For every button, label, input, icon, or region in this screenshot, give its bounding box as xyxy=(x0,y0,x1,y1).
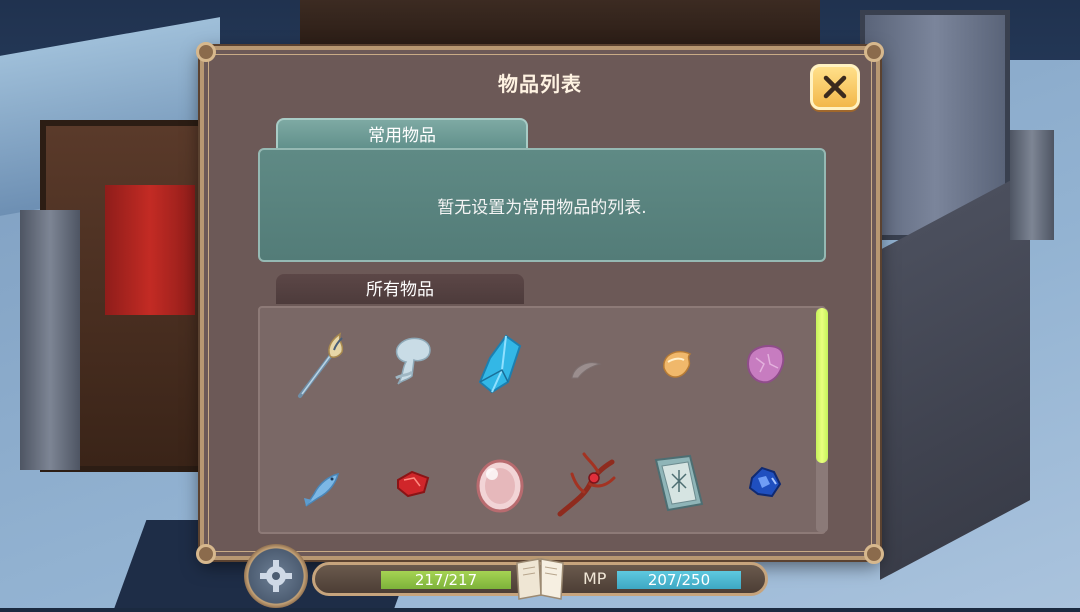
scrollbar-thumb[interactable] xyxy=(816,308,828,463)
blue-ore-icon xyxy=(748,466,782,498)
mp-label: MP xyxy=(583,569,607,588)
item-slot[interactable] xyxy=(554,448,624,518)
all-items-grid xyxy=(258,306,828,534)
item-slot[interactable] xyxy=(642,330,712,400)
pink-stone-icon xyxy=(746,345,785,384)
red-branch-icon xyxy=(557,452,616,517)
journal-icon xyxy=(516,558,564,600)
settings-gear-button[interactable] xyxy=(244,544,308,608)
blue-fish-icon xyxy=(304,472,340,507)
item-slot[interactable] xyxy=(466,448,536,518)
common-items-panel: 暂无设置为常用物品的列表. xyxy=(258,148,826,262)
empty-common-message: 暂无设置为常用物品的列表. xyxy=(437,197,647,218)
frame-corner-ornament xyxy=(864,42,884,62)
mp-bar: 207/250 xyxy=(617,571,741,589)
tab-common-items[interactable]: 常用物品 xyxy=(276,118,528,150)
status-hud: 217/217 MP 207/250 xyxy=(312,558,768,600)
item-slot[interactable] xyxy=(730,330,800,400)
spellbook-icon xyxy=(654,454,704,512)
journal-button[interactable] xyxy=(513,555,567,601)
magic-staff-icon xyxy=(298,332,344,398)
dialog-title: 物品列表 xyxy=(498,72,582,96)
item-slot[interactable] xyxy=(554,330,624,400)
close-button[interactable] xyxy=(810,64,860,110)
frame-corner-ornament xyxy=(196,544,216,564)
item-slot[interactable] xyxy=(378,330,448,400)
close-icon xyxy=(823,75,847,99)
blue-crystal-icon xyxy=(478,334,522,394)
hp-bar: 217/217 xyxy=(381,571,511,589)
item-slot[interactable] xyxy=(466,330,536,400)
item-slot[interactable] xyxy=(290,330,360,400)
item-slot[interactable] xyxy=(642,448,712,518)
stone-pillar xyxy=(20,210,80,470)
frame-corner-ornament xyxy=(196,42,216,62)
item-list-dialog: 物品列表 常用物品 暂无设置为常用物品的列表. 所有物品 xyxy=(196,42,884,564)
gear-icon xyxy=(260,560,292,592)
bookshelf xyxy=(300,0,820,50)
glowing-orb-icon xyxy=(476,459,524,513)
tab-all-items[interactable]: 所有物品 xyxy=(276,274,524,304)
ghost-spirit-icon xyxy=(395,337,431,385)
red-curtain xyxy=(105,185,195,315)
stone-pillar xyxy=(1010,130,1054,240)
frame-corner-ornament xyxy=(864,544,884,564)
item-slot[interactable] xyxy=(730,448,800,518)
amber-shell-icon xyxy=(663,350,692,378)
item-slot[interactable] xyxy=(290,448,360,518)
red-gem-icon xyxy=(397,470,430,498)
scrollbar[interactable] xyxy=(816,308,828,532)
item-slot[interactable] xyxy=(378,448,448,518)
gray-feather-icon xyxy=(571,362,602,379)
